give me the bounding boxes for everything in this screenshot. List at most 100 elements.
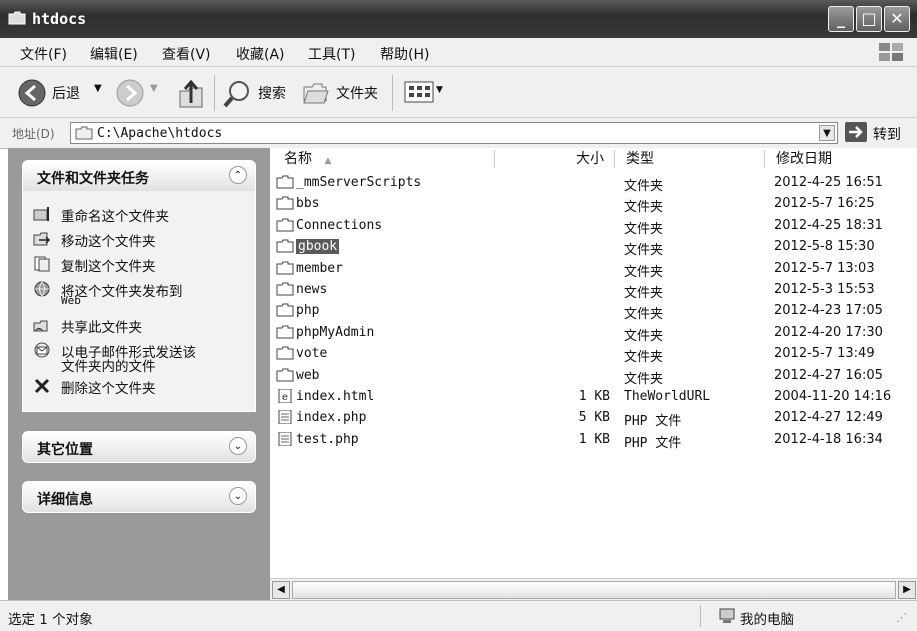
column-separator[interactable] bbox=[764, 150, 765, 168]
column-header-size[interactable]: 大小 bbox=[576, 148, 604, 170]
file-row[interactable]: test.php 1 KB PHP 文件 2012-4-18 16:34 bbox=[270, 429, 917, 451]
panel-header[interactable]: 详细信息 ⌄ bbox=[23, 482, 255, 512]
address-input[interactable]: C:\Apache\htdocs ▼ bbox=[70, 122, 838, 144]
menu-view[interactable]: 查看(V) bbox=[162, 44, 211, 64]
menu-file[interactable]: 文件(F) bbox=[20, 44, 67, 64]
file-row[interactable]: Connections 文件夹 2012-4-25 18:31 bbox=[270, 215, 917, 237]
folder-icon bbox=[276, 325, 294, 339]
menu-edit[interactable]: 编辑(E) bbox=[90, 44, 138, 64]
rename-icon bbox=[33, 207, 49, 221]
file-row[interactable]: member 文件夹 2012-5-7 13:03 bbox=[270, 258, 917, 280]
file-type: 文件夹 bbox=[624, 307, 664, 323]
file-row[interactable]: php 文件夹 2012-4-23 17:05 bbox=[270, 300, 917, 323]
panel-header[interactable]: 文件和文件夹任务 ⌃ bbox=[23, 161, 255, 191]
views-dropdown-icon[interactable]: ▼ bbox=[436, 85, 443, 95]
file-row[interactable]: index.php 5 KB PHP 文件 2012-4-27 12:49 bbox=[270, 407, 917, 429]
column-separator[interactable] bbox=[494, 150, 495, 168]
resize-grip-icon[interactable]: ⋰ bbox=[896, 611, 907, 624]
file-row[interactable]: web 文件夹 2012-4-27 16:05 bbox=[270, 365, 917, 387]
folders-icon[interactable] bbox=[302, 81, 330, 105]
scroll-right-icon[interactable]: ▶ bbox=[898, 581, 916, 599]
column-header-name[interactable]: 名称 ▲ bbox=[284, 148, 331, 170]
file-name[interactable]: index.html bbox=[296, 389, 374, 404]
file-type: 文件夹 bbox=[624, 179, 664, 194]
up-folder-icon[interactable] bbox=[176, 77, 206, 109]
file-row[interactable]: news 文件夹 2012-5-3 15:53 bbox=[270, 279, 917, 301]
back-dropdown-icon[interactable]: ▼ bbox=[94, 83, 102, 94]
task-pane: 文件和文件夹任务 ⌃ 重命名这个文件夹 移动这个文件夹 复制这个文件夹 将这个文… bbox=[8, 148, 270, 600]
file-row[interactable]: gbook 文件夹 2012-5-8 15:30 bbox=[270, 236, 917, 258]
file-name[interactable]: Connections bbox=[296, 218, 382, 233]
views-icon[interactable] bbox=[404, 81, 434, 103]
file-modified: 2012-5-7 13:49 bbox=[774, 346, 875, 362]
folder-icon bbox=[276, 303, 294, 317]
column-header-modified[interactable]: 修改日期 bbox=[776, 148, 832, 170]
panel-header[interactable]: 其它位置 ⌄ bbox=[23, 432, 255, 462]
title-bar[interactable]: htdocs _ □ ✕ bbox=[0, 0, 917, 38]
search-button-label[interactable]: 搜索 bbox=[258, 83, 286, 103]
search-icon[interactable] bbox=[222, 79, 252, 109]
file-name[interactable]: _mmServerScripts bbox=[296, 175, 421, 190]
file-modified: 2012-5-7 16:25 bbox=[774, 196, 875, 212]
address-bar: 地址(D) C:\Apache\htdocs ▼ 转到 bbox=[0, 118, 917, 149]
file-modified: 2012-4-20 17:30 bbox=[774, 324, 883, 340]
panel-title: 其它位置 bbox=[37, 442, 93, 458]
collapse-chevron-icon[interactable]: ⌃ bbox=[229, 166, 247, 184]
close-button[interactable]: ✕ bbox=[884, 6, 910, 32]
column-separator[interactable] bbox=[614, 150, 615, 168]
file-name[interactable]: vote bbox=[296, 346, 327, 361]
back-arrow-icon[interactable] bbox=[18, 79, 46, 107]
email-icon bbox=[34, 342, 50, 358]
panel-title: 详细信息 bbox=[37, 492, 93, 508]
file-name[interactable]: gbook bbox=[296, 239, 340, 255]
menu-tools[interactable]: 工具(T) bbox=[308, 44, 355, 64]
status-bar: 选定 1 个对象 我的电脑 ⋰ bbox=[0, 600, 917, 631]
toolbar: 后退 ▼ ▼ 搜索 文件夹 ▼ bbox=[0, 67, 917, 118]
expand-chevron-icon[interactable]: ⌄ bbox=[229, 487, 247, 505]
file-name[interactable]: index.php bbox=[296, 410, 366, 425]
details-panel[interactable]: 详细信息 ⌄ bbox=[22, 481, 256, 513]
file-modified: 2012-4-25 16:51 bbox=[774, 175, 883, 190]
file-row[interactable]: bbs 文件夹 2012-5-7 16:25 bbox=[270, 193, 917, 215]
file-list[interactable]: 名称 ▲ 大小 类型 修改日期 _mmServerScripts 文件夹 2012-… bbox=[270, 148, 917, 578]
file-name[interactable]: web bbox=[296, 368, 319, 383]
file-modified: 2012-5-8 15:30 bbox=[774, 239, 875, 255]
folder-icon bbox=[276, 282, 294, 296]
file-row[interactable]: vote 文件夹 2012-5-7 13:49 bbox=[270, 343, 917, 366]
folders-button-label[interactable]: 文件夹 bbox=[336, 83, 378, 103]
scroll-left-icon[interactable]: ◀ bbox=[272, 581, 290, 599]
file-name[interactable]: news bbox=[296, 282, 327, 297]
file-name[interactable]: member bbox=[296, 261, 343, 276]
panel-title: 文件和文件夹任务 bbox=[37, 171, 149, 187]
expand-chevron-icon[interactable]: ⌄ bbox=[229, 437, 247, 455]
forward-dropdown-icon[interactable]: ▼ bbox=[150, 83, 158, 94]
menu-favorites[interactable]: 收藏(A) bbox=[236, 44, 285, 64]
file-name[interactable]: test.php bbox=[296, 432, 359, 447]
maximize-button[interactable]: □ bbox=[856, 6, 882, 32]
file-row[interactable]: e index.html 1 KB TheWorldURL 2004-11-20 14:… bbox=[270, 386, 917, 407]
menu-help[interactable]: 帮助(H) bbox=[380, 44, 429, 64]
file-type: 文件夹 bbox=[624, 350, 664, 366]
folder-icon bbox=[276, 239, 294, 253]
status-separator bbox=[700, 605, 701, 627]
file-folder-tasks-panel: 文件和文件夹任务 ⌃ 重命名这个文件夹 移动这个文件夹 复制这个文件夹 将这个文… bbox=[22, 160, 256, 412]
file-type: 文件夹 bbox=[624, 328, 664, 344]
column-header-type[interactable]: 类型 bbox=[626, 148, 654, 170]
svg-text:e: e bbox=[282, 392, 288, 403]
other-places-panel[interactable]: 其它位置 ⌄ bbox=[22, 431, 256, 463]
php-file-icon bbox=[278, 410, 292, 425]
file-row[interactable]: phpMyAdmin 文件夹 2012-4-20 17:30 bbox=[270, 322, 917, 344]
file-name[interactable]: php bbox=[296, 303, 319, 318]
address-value[interactable]: C:\Apache\htdocs bbox=[97, 126, 222, 141]
html-file-icon: e bbox=[278, 389, 292, 403]
back-button-label[interactable]: 后退 bbox=[52, 83, 80, 103]
file-name[interactable]: phpMyAdmin bbox=[296, 325, 374, 340]
file-row[interactable]: _mmServerScripts 文件夹 2012-4-25 16:51 bbox=[270, 172, 917, 194]
address-dropdown-icon[interactable]: ▼ bbox=[819, 125, 835, 141]
file-name[interactable]: bbs bbox=[296, 196, 319, 211]
publish-web-icon bbox=[34, 281, 50, 297]
scrollbar-thumb[interactable] bbox=[292, 581, 896, 599]
forward-arrow-icon[interactable] bbox=[116, 79, 144, 107]
horizontal-scrollbar[interactable]: ◀ ▶ bbox=[270, 578, 917, 601]
minimize-button[interactable]: _ bbox=[828, 6, 854, 32]
